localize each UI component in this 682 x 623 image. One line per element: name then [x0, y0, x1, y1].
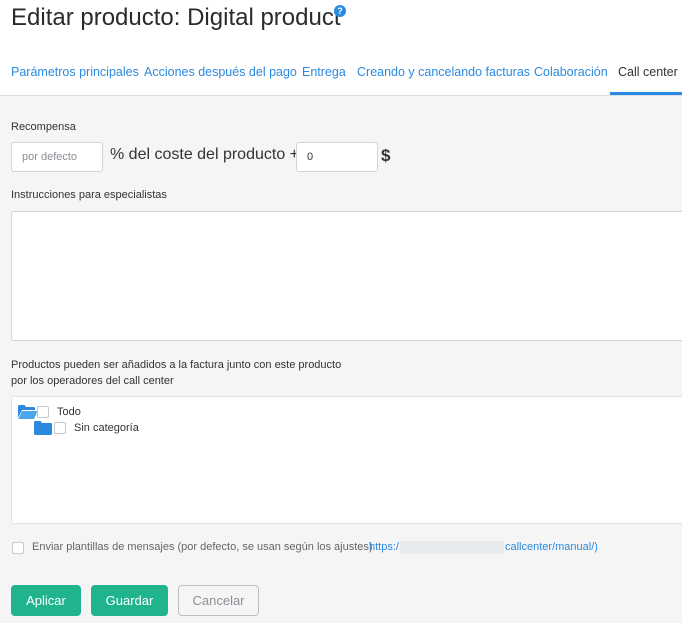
- tab-after-payment-actions[interactable]: Acciones después del pago: [144, 65, 297, 79]
- send-templates-label: Enviar plantillas de mensajes (por defec…: [32, 541, 373, 553]
- reward-label: Recompensa: [11, 121, 76, 133]
- folder-open-icon: [18, 405, 38, 419]
- tab-invoices[interactable]: Creando y cancelando facturas: [357, 65, 530, 79]
- apply-button[interactable]: Aplicar: [11, 585, 81, 616]
- products-tree: Todo Sin categoría: [11, 396, 682, 524]
- save-button[interactable]: Guardar: [91, 585, 168, 616]
- call-center-form: Recompensa % del coste del producto + $ …: [0, 96, 682, 623]
- instructions-label: Instrucciones para especialistas: [11, 189, 167, 201]
- reward-percent-input[interactable]: [11, 142, 103, 172]
- folder-icon: [34, 421, 52, 435]
- tab-bar: Parámetros principales Acciones después …: [0, 52, 682, 96]
- manual-link-suffix[interactable]: callcenter/manual/): [505, 541, 598, 553]
- reward-amount-input[interactable]: [296, 142, 378, 172]
- instructions-textarea[interactable]: [11, 211, 682, 341]
- tab-collaboration[interactable]: Colaboración: [534, 65, 608, 79]
- cancel-button[interactable]: Cancelar: [178, 585, 259, 616]
- tab-call-center[interactable]: Call center: [618, 65, 678, 79]
- tree-checkbox-sin-categoria[interactable]: [54, 422, 66, 434]
- page-title: Editar producto: Digital product: [11, 4, 341, 31]
- products-label-line2: por los operadores del call center: [11, 375, 174, 387]
- send-templates-checkbox[interactable]: [12, 542, 24, 554]
- products-label-line1: Productos pueden ser añadidos a la factu…: [11, 359, 342, 371]
- help-icon[interactable]: ?: [334, 5, 346, 17]
- manual-link-prefix[interactable]: https:/: [369, 541, 399, 553]
- redacted-url-segment: [400, 541, 504, 554]
- dollar-icon: $: [381, 146, 391, 165]
- active-tab-indicator: [610, 92, 682, 95]
- tree-label-todo: Todo: [57, 406, 81, 418]
- tree-label-sin-categoria: Sin categoría: [74, 422, 139, 434]
- tab-main-parameters[interactable]: Parámetros principales: [11, 65, 139, 79]
- tab-delivery[interactable]: Entrega: [302, 65, 346, 79]
- tree-checkbox-todo[interactable]: [37, 406, 49, 418]
- reward-percent-text: % del coste del producto +: [110, 146, 300, 163]
